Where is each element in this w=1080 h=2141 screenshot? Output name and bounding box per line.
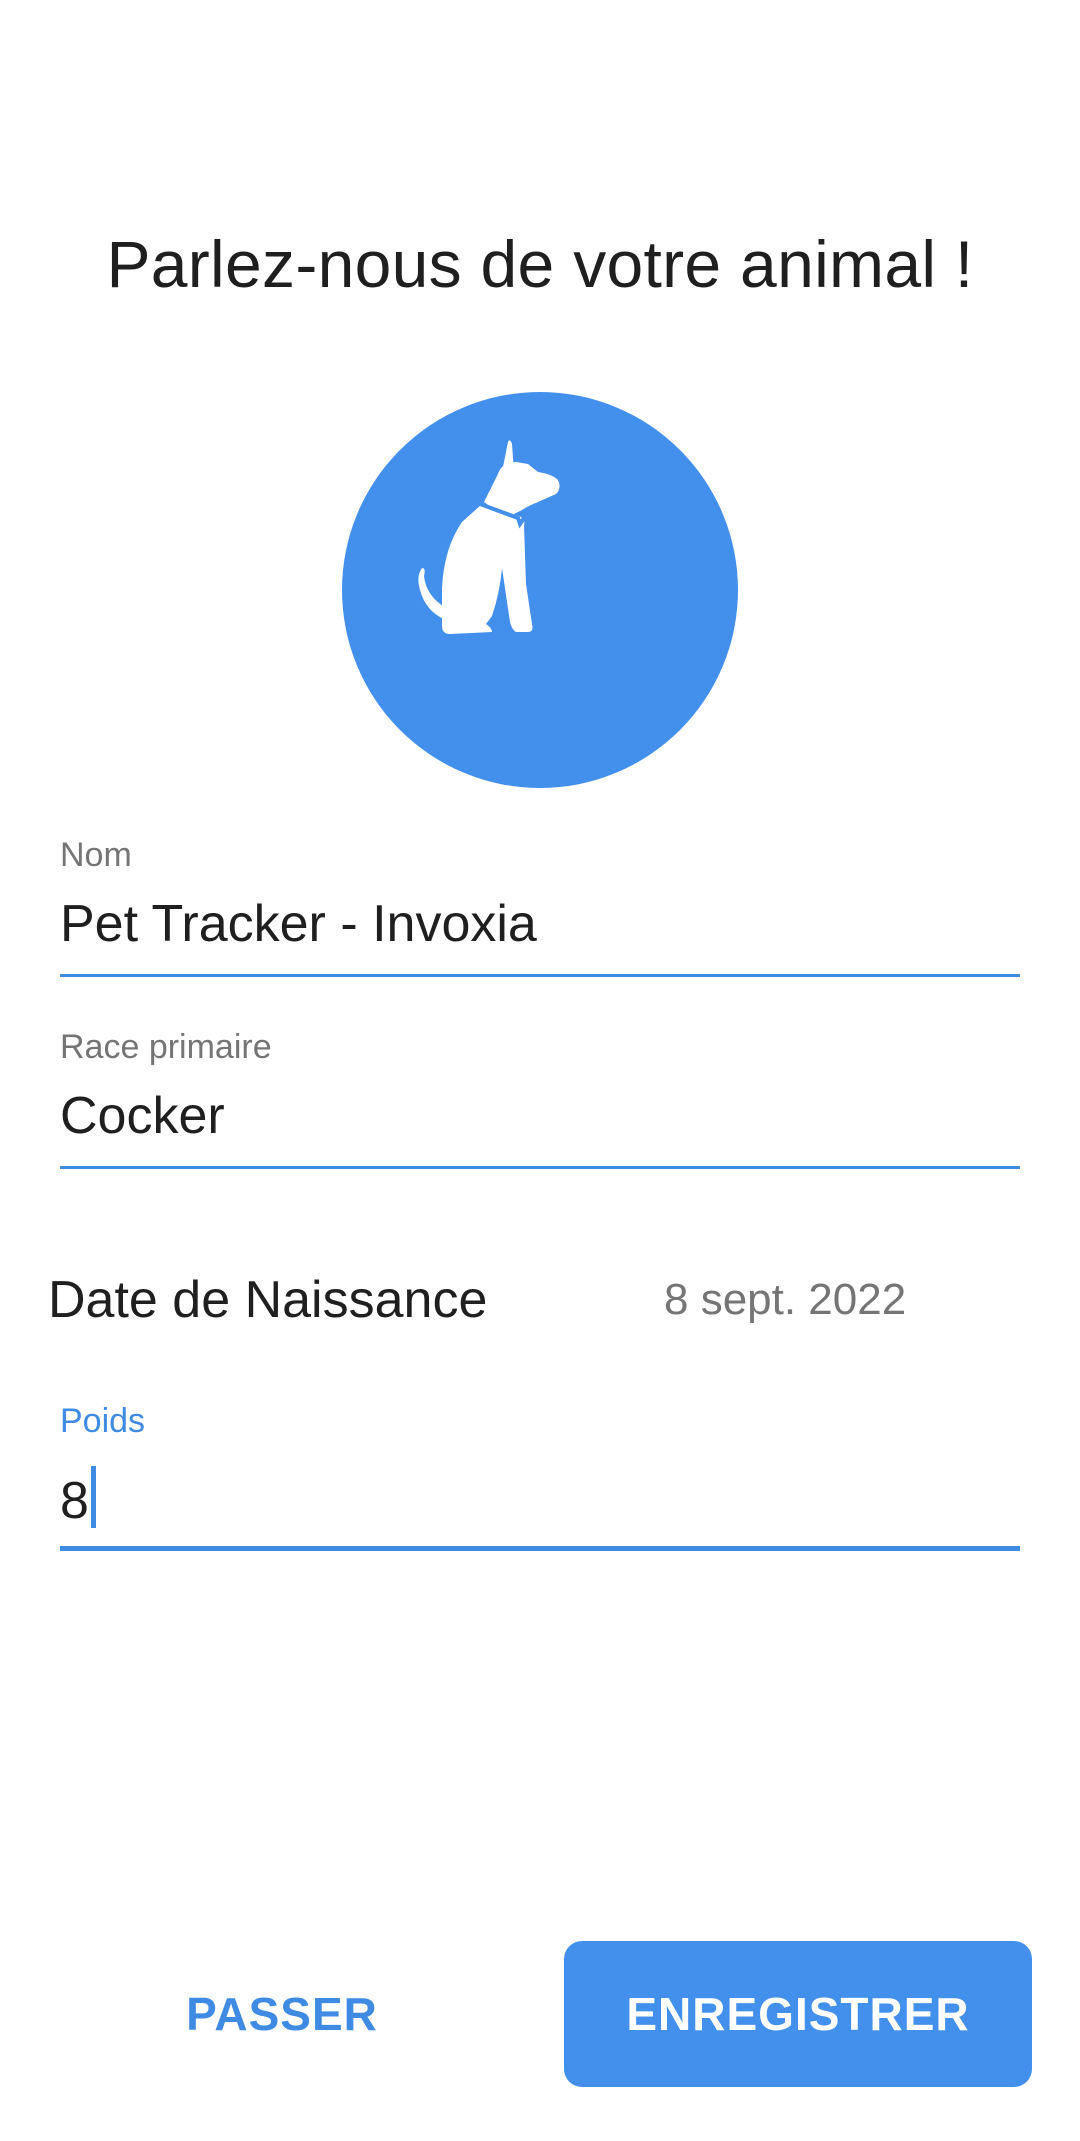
sitting-dog-icon: [418, 440, 560, 634]
breed-field[interactable]: Race primaire Cocker: [60, 1024, 1020, 1174]
breed-field-underline: [60, 1166, 1020, 1169]
name-field-underline: [60, 974, 1020, 977]
birth-date-picker[interactable]: 8 sept. 2022: [664, 1275, 906, 1325]
weight-field-label: Poids: [60, 1402, 146, 1440]
page-title: Parlez-nous de votre animal !: [106, 227, 974, 301]
name-field[interactable]: Nom Pet Tracker - Invoxia: [60, 832, 1020, 982]
save-button[interactable]: ENREGISTRER: [564, 1941, 1032, 2087]
pet-avatar[interactable]: [342, 392, 738, 788]
skip-button[interactable]: PASSER: [132, 1942, 432, 2086]
name-input[interactable]: Pet Tracker - Invoxia: [60, 894, 537, 954]
pet-profile-screen: Parlez-nous de votre animal ! Nom Pet Tr…: [0, 0, 1080, 2141]
weight-field-underline: [60, 1546, 1020, 1551]
text-cursor: [90, 1466, 96, 1528]
weight-field[interactable]: Poids 8: [60, 1398, 1020, 1558]
breed-field-label: Race primaire: [60, 1028, 272, 1066]
birth-date-label: Date de Naissance: [48, 1271, 488, 1329]
name-field-label: Nom: [60, 836, 132, 874]
breed-input[interactable]: Cocker: [60, 1086, 225, 1146]
weight-input-value: 8: [60, 1472, 89, 1530]
weight-input[interactable]: 8: [60, 1466, 96, 1531]
